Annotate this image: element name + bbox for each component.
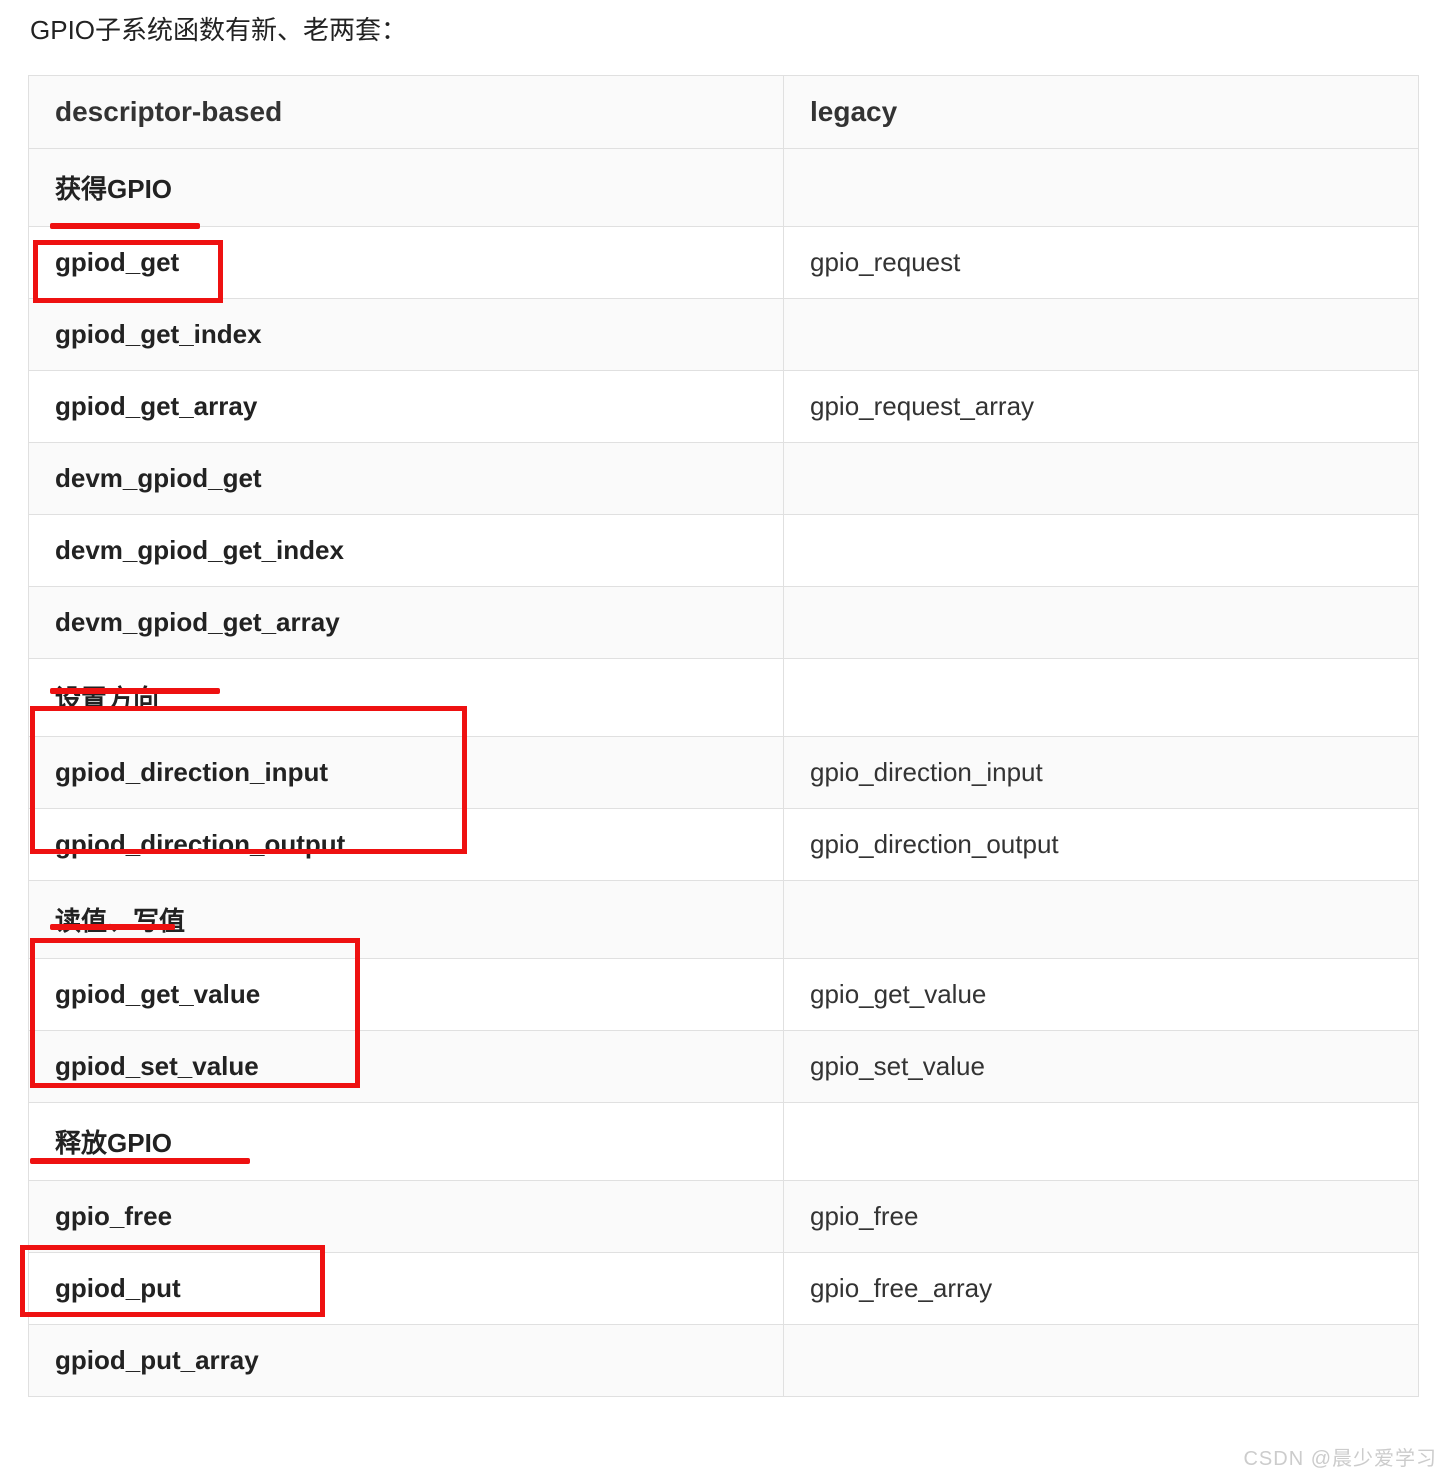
cell-legacy: gpio_request_array (784, 371, 1419, 443)
table-row: gpiod_get_arraygpio_request_array (29, 371, 1419, 443)
table-row: 读值、写值 (29, 881, 1419, 959)
cell-legacy (784, 587, 1419, 659)
cell-descriptor: gpiod_direction_output (29, 809, 784, 881)
cell-legacy (784, 659, 1419, 737)
cell-descriptor: gpiod_get_index (29, 299, 784, 371)
cell-descriptor: 读值、写值 (29, 881, 784, 959)
table-row: gpiod_set_valuegpio_set_value (29, 1031, 1419, 1103)
table-row: devm_gpiod_get_array (29, 587, 1419, 659)
table-row: devm_gpiod_get (29, 443, 1419, 515)
table-row: gpiod_put_array (29, 1325, 1419, 1397)
cell-descriptor: gpiod_set_value (29, 1031, 784, 1103)
cell-legacy (784, 299, 1419, 371)
cell-descriptor: devm_gpiod_get_array (29, 587, 784, 659)
cell-legacy (784, 1325, 1419, 1397)
header-right: legacy (784, 76, 1419, 149)
cell-descriptor: gpiod_direction_input (29, 737, 784, 809)
cell-descriptor: 释放GPIO (29, 1103, 784, 1181)
cell-descriptor: gpiod_get_value (29, 959, 784, 1031)
table-row: gpiod_putgpio_free_array (29, 1253, 1419, 1325)
cell-descriptor: devm_gpiod_get_index (29, 515, 784, 587)
cell-descriptor: gpiod_put_array (29, 1325, 784, 1397)
cell-legacy: gpio_set_value (784, 1031, 1419, 1103)
header-row: descriptor-based legacy (29, 76, 1419, 149)
cell-descriptor: gpiod_get_array (29, 371, 784, 443)
table-row: 获得GPIO (29, 149, 1419, 227)
cell-legacy (784, 881, 1419, 959)
cell-legacy: gpio_get_value (784, 959, 1419, 1031)
table-row: gpiod_direction_outputgpio_direction_out… (29, 809, 1419, 881)
cell-legacy: gpio_direction_output (784, 809, 1419, 881)
cell-descriptor: devm_gpiod_get (29, 443, 784, 515)
cell-legacy: gpio_request (784, 227, 1419, 299)
table-row: devm_gpiod_get_index (29, 515, 1419, 587)
intro-text: GPIO子系统函数有新、老两套： (30, 10, 1419, 47)
table-row: gpio_freegpio_free (29, 1181, 1419, 1253)
cell-descriptor: 设置方向 (29, 659, 784, 737)
cell-descriptor: gpiod_get (29, 227, 784, 299)
cell-descriptor: 获得GPIO (29, 149, 784, 227)
watermark: CSDN @晨少爱学习 (1243, 1442, 1437, 1471)
header-left: descriptor-based (29, 76, 784, 149)
cell-legacy (784, 443, 1419, 515)
cell-legacy (784, 1103, 1419, 1181)
cell-legacy: gpio_free_array (784, 1253, 1419, 1325)
table-row: 设置方向 (29, 659, 1419, 737)
cell-descriptor: gpiod_put (29, 1253, 784, 1325)
cell-legacy (784, 149, 1419, 227)
table-row: 释放GPIO (29, 1103, 1419, 1181)
table-row: gpiod_getgpio_request (29, 227, 1419, 299)
api-table: descriptor-based legacy 获得GPIOgpiod_getg… (28, 75, 1419, 1397)
table-row: gpiod_get_valuegpio_get_value (29, 959, 1419, 1031)
cell-legacy (784, 515, 1419, 587)
cell-legacy: gpio_free (784, 1181, 1419, 1253)
cell-descriptor: gpio_free (29, 1181, 784, 1253)
cell-legacy: gpio_direction_input (784, 737, 1419, 809)
table-row: gpiod_get_index (29, 299, 1419, 371)
table-row: gpiod_direction_inputgpio_direction_inpu… (29, 737, 1419, 809)
